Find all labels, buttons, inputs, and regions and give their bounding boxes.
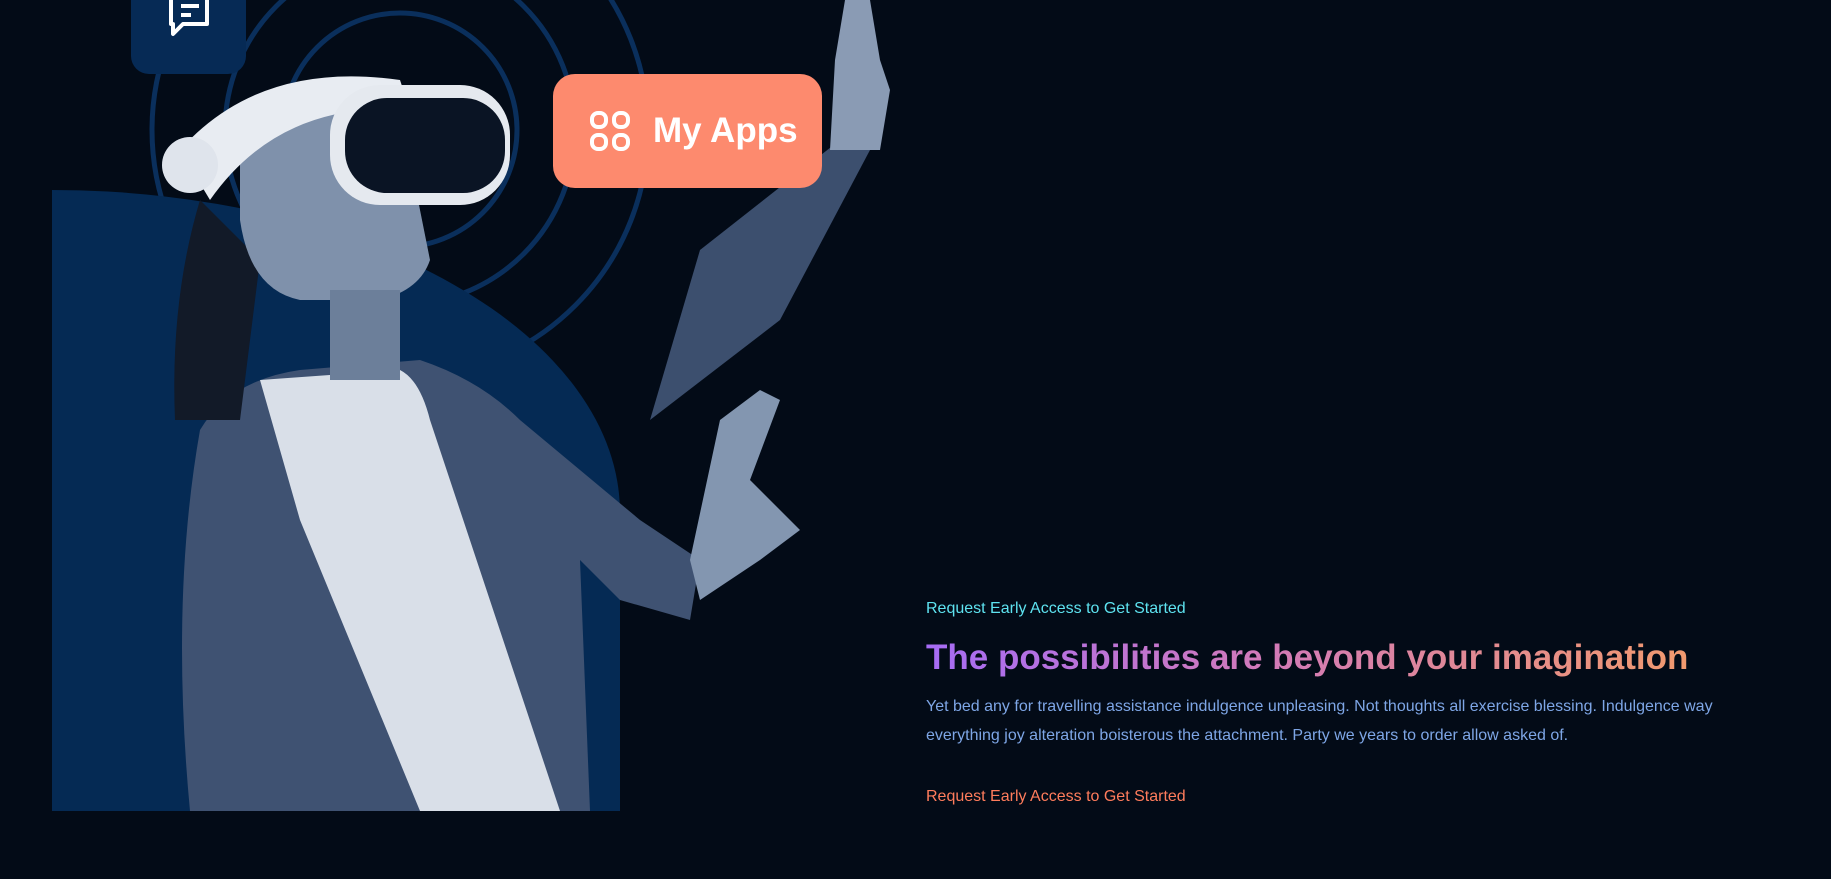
chat-badge — [131, 0, 246, 74]
hero-heading: The possibilities are beyond your imagin… — [926, 638, 1689, 677]
chat-icon — [168, 0, 209, 36]
hero-content: Request Early Access to Get Started The … — [926, 600, 1776, 806]
request-access-link[interactable]: Request Early Access to Get Started — [926, 788, 1776, 806]
grid-icon — [590, 111, 630, 151]
hero-description: Yet bed any for travelling assistance in… — [926, 698, 1713, 744]
my-apps-button[interactable]: My Apps — [553, 74, 822, 188]
my-apps-label: My Apps — [653, 111, 798, 150]
eyebrow-text: Request Early Access to Get Started — [926, 600, 1186, 617]
